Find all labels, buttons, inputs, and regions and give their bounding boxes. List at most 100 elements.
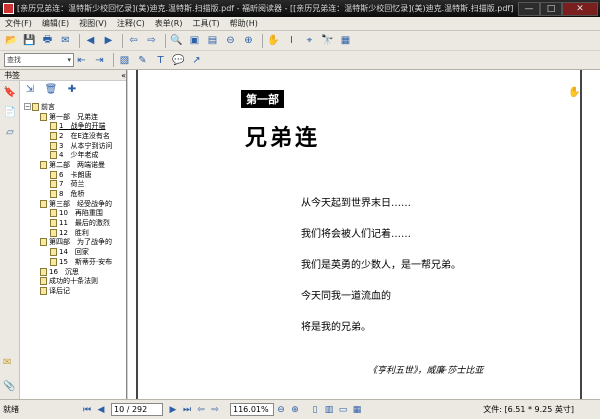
print-icon[interactable]: 🖶 [40,33,55,48]
menu-help[interactable]: 帮助(H) [225,18,263,29]
single-page-icon[interactable]: ▯ [308,403,322,417]
comments-tab-icon[interactable]: ✉ [3,357,17,371]
last-page-icon[interactable]: ⏭ [180,403,194,417]
tree-item-label: 成功的十条法则 [49,277,98,286]
fit-page-icon[interactable]: ▣ [187,33,202,48]
open-icon[interactable]: 📂 [4,33,19,48]
typewriter-icon[interactable]: ▦ [338,33,353,48]
minimize-button[interactable]: — [518,1,540,16]
continuous-icon[interactable]: ▥ [322,403,336,417]
back-view-icon[interactable]: ⇦ [194,403,208,417]
tree-item-label: 第二部 两端诺曼 [49,160,105,169]
epigraph-line: 我们是英勇的少数人，是一帮兄弟。 [301,260,461,271]
forward-icon[interactable]: ▶ [101,33,116,48]
menu-view[interactable]: 视图(V) [74,18,112,29]
tree-item[interactable]: 3 从本宁到访问 [22,141,126,151]
zoom-in-icon[interactable]: 🔍 [169,33,184,48]
forward-view-icon[interactable]: ⇨ [208,403,222,417]
tree-item[interactable]: 2 在E连没有名 [22,131,126,141]
document-view[interactable]: ✋ 第一部 兄弟连 从今天起到世界末日…… 我们将会被人们记着…… 我们是英勇的… [128,70,600,399]
next-view-icon[interactable]: ⇨ [144,33,159,48]
fit-width-icon[interactable]: ▤ [205,33,220,48]
menu-form[interactable]: 表单(R) [150,18,188,29]
close-button[interactable]: ✕ [562,1,598,16]
bookmarks-panel: 书签 « 🔖 📄 ▱ ✉ 📎 ⇲ 🗑 ✚ − 前言 第一部 兄弟连 1 战争的开端… [0,70,127,399]
menu-tools[interactable]: 工具(T) [188,18,225,29]
textbox-icon[interactable]: T [153,53,168,68]
email-icon[interactable]: ✉ [58,33,73,48]
tree-item[interactable]: 成功的十条法则 [22,276,126,286]
menu-comment[interactable]: 注释(C) [112,18,150,29]
tree-item[interactable]: 15 斯蒂芬·安布 [22,257,126,267]
tree-item[interactable]: 第三部 经受战争的 [22,199,126,209]
snapshot-icon[interactable]: ⌖ [302,33,317,48]
continuous-facing-icon[interactable]: ▦ [350,403,364,417]
zoom-plus-icon[interactable]: ⊕ [241,33,256,48]
hand-tool-icon[interactable]: ✋ [266,33,281,48]
zoom-out-button-icon[interactable]: ⊖ [274,403,288,417]
first-page-icon[interactable]: ⏮ [80,403,94,417]
tree-item[interactable]: 14 回家 [22,247,126,257]
separator [113,53,114,67]
bookmark-icon [40,286,47,295]
tree-item[interactable]: 第二部 两端诺曼 [22,160,126,170]
zoom-in-button-icon[interactable]: ⊕ [288,403,302,417]
tree-item[interactable]: 6 卡朗唐 [22,170,126,180]
arrow-icon[interactable]: ↗ [189,53,204,68]
tree-item-label: 第三部 经受战争的 [49,199,112,208]
search-input[interactable]: 查找 ▾ [4,53,74,67]
tree-item[interactable]: 7 荷兰 [22,180,126,190]
prev-view-icon[interactable]: ⇦ [126,33,141,48]
zoom-input[interactable]: 116.01% [230,403,274,416]
bookmark-icon [40,277,47,286]
tree-item[interactable]: 16 沉思 [22,267,126,277]
bookmark-icon [50,141,57,150]
tree-item[interactable]: 10 再陷重围 [22,209,126,219]
back-icon[interactable]: ◀ [83,33,98,48]
collapse-toggle-icon[interactable]: − [24,103,31,111]
menu-edit[interactable]: 编辑(E) [37,18,74,29]
bookmark-icon [40,238,47,247]
find-icon[interactable]: 🔭 [320,33,335,48]
new-bookmark-icon[interactable]: ✚ [65,84,79,98]
stamp-icon[interactable]: ✎ [135,53,150,68]
separator [262,33,263,48]
bookmarks-tab-icon[interactable]: 🔖 [3,87,17,101]
tree-item[interactable]: 第四部 为了战争的 [22,238,126,248]
zoom-out-icon[interactable]: ⊖ [223,33,238,48]
tree-item[interactable]: 12 胜利 [22,228,126,238]
status-bar: 就绪 ⏮ ◀ 10 / 292 ▶ ⏭ ⇦ ⇨ 116.01% ⊖ ⊕ ▯ ▥ … [0,399,600,419]
tree-item-label: 14 回家 [59,248,89,257]
save-icon[interactable]: 💾 [22,33,37,48]
pages-tab-icon[interactable]: 📄 [3,107,17,121]
facing-icon[interactable]: ▭ [336,403,350,417]
delete-bookmark-icon[interactable]: 🗑 [44,84,58,98]
attachments-tab-icon[interactable]: 📎 [3,381,17,395]
comment-icon[interactable]: 💬 [171,53,186,68]
chevron-down-icon[interactable]: ▾ [67,56,71,64]
bookmark-icon [50,170,57,179]
note-icon[interactable]: ▧ [117,53,132,68]
menu-file[interactable]: 文件(F) [0,18,37,29]
tree-item[interactable]: 4 少年老成 [22,150,126,160]
text-select-icon[interactable]: Ⅰ [284,33,299,48]
tree-item-label: 10 再陷重围 [59,209,103,218]
collapse-panel-icon[interactable]: « [121,71,126,80]
bookmark-tree: − 前言 第一部 兄弟连 1 战争的开端 2 在E连没有名 3 从本宁到访问 4 … [22,102,126,398]
layers-tab-icon[interactable]: ▱ [3,127,17,141]
tree-item[interactable]: 译后记 [22,286,126,296]
maximize-button[interactable]: □ [540,1,562,16]
expand-bookmark-icon[interactable]: ⇲ [23,84,37,98]
tree-item[interactable]: 第一部 兄弟连 [22,112,126,122]
prev-page-icon[interactable]: ◀ [94,403,108,417]
tree-item[interactable]: 11 最后的激烈 [22,218,126,228]
tree-item[interactable]: 1 战争的开端 [22,121,126,131]
tree-item[interactable]: − 前言 [22,102,126,112]
page-number-input[interactable]: 10 / 292 [111,403,163,416]
bookmarks-title: 书签 [4,70,20,80]
next-page-icon[interactable]: ▶ [166,403,180,417]
bookmark-icon [50,190,57,199]
find-prev-icon[interactable]: ⇤ [74,53,89,68]
tree-item[interactable]: 8 危桥 [22,189,126,199]
find-next-icon[interactable]: ⇥ [92,53,107,68]
